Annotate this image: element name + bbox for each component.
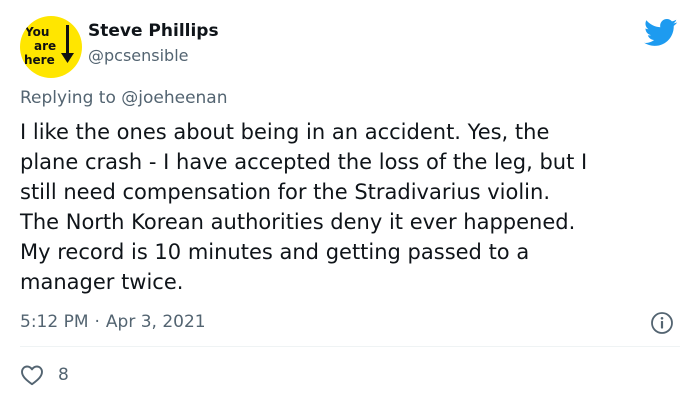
tweet-text-line: The North Korean authorities deny it eve…: [20, 210, 576, 234]
avatar-image: You are here: [24, 25, 74, 67]
meta-separator: ·: [94, 312, 100, 332]
replying-to-label: Replying to: [20, 88, 116, 108]
tweet-text-line: plane crash - I have accepted the loss o…: [20, 150, 588, 174]
tweet-text: I like the ones about being in an accide…: [20, 117, 685, 297]
heart-icon[interactable]: [20, 364, 44, 386]
tweet-text-line: manager twice.: [20, 270, 184, 294]
tweet-time: 5:12 PM: [20, 312, 89, 332]
tweet-text-line: My record is 10 minutes and getting pass…: [20, 240, 530, 264]
like-button[interactable]: 8: [20, 364, 69, 386]
replying-to: Replying to @joeheenan: [20, 88, 228, 108]
reply-mention-link[interactable]: @joeheenan: [121, 88, 227, 108]
tweet-timestamp[interactable]: 5:12 PM · Apr 3, 2021: [20, 312, 206, 332]
avatar-text-line-3: here: [24, 53, 55, 67]
avatar-text-line-1: You: [24, 25, 49, 39]
tweet-text-line: still need compensation for the Stradiva…: [20, 180, 551, 204]
tweet-text-line: I like the ones about being in an accide…: [20, 120, 550, 144]
tweet-date: Apr 3, 2021: [105, 312, 206, 332]
display-name[interactable]: Steve Phillips: [88, 21, 219, 41]
twitter-bird-icon[interactable]: [644, 19, 678, 47]
user-handle[interactable]: @pcsensible: [88, 46, 189, 65]
avatar[interactable]: You are here: [20, 16, 82, 78]
tweet-card: You are here Steve Phillips @pcsensible …: [0, 0, 700, 402]
like-count: 8: [58, 365, 69, 385]
avatar-text-line-2: are: [34, 39, 56, 53]
info-icon[interactable]: [650, 311, 674, 335]
divider: [20, 346, 680, 347]
